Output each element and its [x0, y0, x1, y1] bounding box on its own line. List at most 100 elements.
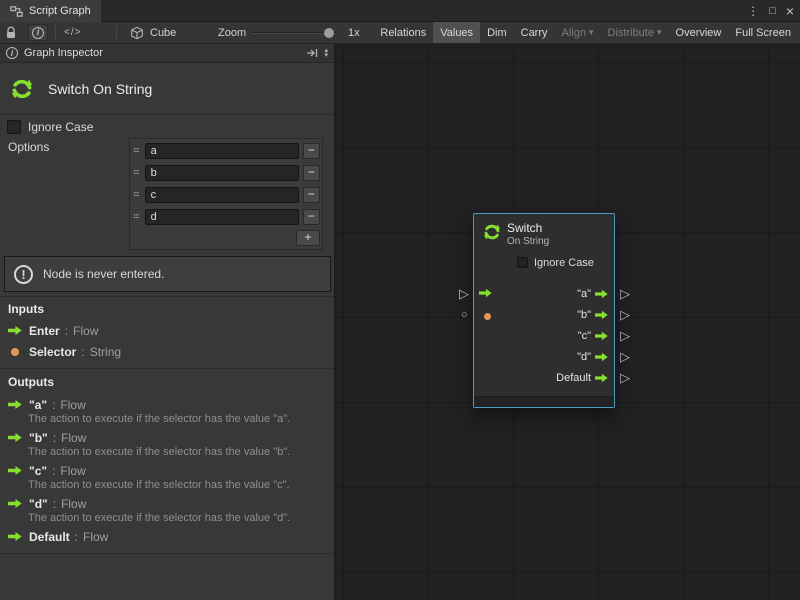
info-icon: i [32, 27, 44, 39]
output-port-c: "c":Flow [8, 463, 86, 478]
flow-arrow-icon [595, 352, 608, 362]
edit-script-button[interactable]: </> [64, 22, 81, 43]
option-input[interactable] [145, 165, 299, 181]
switch-on-string-node[interactable]: Switch On String Ignore Case "a" "b" "c"… [473, 213, 615, 408]
dim-button[interactable]: Dim [480, 22, 514, 43]
options-label: Options [8, 140, 49, 154]
enter-port-icon[interactable] [479, 288, 492, 298]
divider [0, 553, 334, 554]
chevron-down-icon: ▾ [589, 27, 594, 38]
zoom-label: Zoom [218, 22, 246, 43]
flow-arrow-icon [8, 498, 22, 509]
node-output-row[interactable]: "b" [577, 308, 608, 322]
toolbar-separator [55, 25, 56, 40]
divider [0, 368, 334, 369]
tab-title: Script Graph [29, 5, 91, 17]
info-icon: i [6, 47, 18, 59]
output-port-b: "b":Flow [8, 430, 86, 445]
lock-button[interactable] [5, 22, 17, 43]
graph-toolbar: i </> Cube Zoom 1x Relations Values Dim … [0, 22, 800, 44]
option-input[interactable] [145, 143, 299, 159]
output-port-a: "a":Flow [8, 397, 86, 412]
zoom-value: 1x [348, 22, 360, 43]
carry-button[interactable]: Carry [514, 22, 555, 43]
drag-handle-icon[interactable]: = [132, 211, 141, 223]
remove-option-button[interactable]: − [303, 143, 320, 159]
flow-arrow-icon [595, 331, 608, 341]
remove-option-button[interactable]: − [303, 209, 320, 225]
output-b-connector[interactable]: ▷ [620, 308, 630, 321]
overview-button[interactable]: Overview [669, 22, 729, 43]
distribute-dropdown[interactable]: Distribute▾ [601, 22, 669, 43]
toolbar-separator [116, 25, 117, 40]
scroll-spinner[interactable]: ▴ ▾ [324, 48, 328, 58]
zoom-slider[interactable] [252, 32, 338, 34]
input-port-enter: Enter:Flow [8, 323, 98, 338]
node-ignore-case-label: Ignore Case [534, 257, 594, 269]
relations-button[interactable]: Relations [373, 22, 433, 43]
fullscreen-button[interactable]: Full Screen [728, 22, 798, 43]
output-a-connector[interactable]: ▷ [620, 287, 630, 300]
output-port-description: The action to execute if the selector ha… [28, 446, 290, 458]
align-dropdown[interactable]: Align▾ [555, 22, 601, 43]
tab-script-graph[interactable]: Script Graph [0, 0, 101, 22]
output-default-connector[interactable]: ▷ [620, 371, 630, 384]
option-input[interactable] [145, 187, 299, 203]
node-ignore-case-checkbox[interactable] [517, 257, 528, 268]
node-output-row[interactable]: "a" [577, 287, 608, 301]
script-graph-icon [10, 5, 23, 18]
graph-inspector-header: i Graph Inspector ▴ ▾ [0, 44, 334, 63]
outputs-header: Outputs [8, 375, 54, 389]
graph-canvas[interactable]: ▷ ○ ▷ ▷ ▷ ▷ ▷ Switch On String Ignore Ca… [335, 44, 800, 600]
selector-port-icon[interactable] [484, 313, 491, 320]
ignore-case-row: Ignore Case [7, 120, 93, 134]
close-icon[interactable]: × [786, 4, 794, 18]
node-output-row[interactable]: "d" [577, 350, 608, 364]
graph-target-button[interactable]: Cube [130, 22, 176, 43]
code-icon: </> [64, 27, 81, 38]
ignore-case-label: Ignore Case [28, 120, 93, 134]
ignore-case-checkbox[interactable] [7, 120, 21, 134]
drag-handle-icon[interactable]: = [132, 167, 141, 179]
output-port-description: The action to execute if the selector ha… [28, 413, 290, 425]
drag-handle-icon[interactable]: = [132, 145, 141, 157]
flow-arrow-icon [8, 432, 22, 443]
selector-port-connector[interactable]: ○ [461, 310, 468, 321]
plus-icon: + [304, 230, 311, 244]
graph-target-label: Cube [150, 27, 176, 39]
option-input[interactable] [145, 209, 299, 225]
output-d-connector[interactable]: ▷ [620, 350, 630, 363]
cube-icon [130, 26, 144, 40]
node-subtitle: On String [507, 236, 549, 247]
title-bar: Script Graph ⋮ □ × [0, 0, 800, 22]
warning-box: ! Node is never entered. [4, 256, 331, 292]
node-output-row[interactable]: "c" [578, 329, 608, 343]
minus-icon: − [308, 209, 315, 223]
flow-arrow-icon [8, 531, 22, 542]
remove-option-button[interactable]: − [303, 187, 320, 203]
flow-arrow-icon [595, 373, 608, 383]
zoom-slider-knob[interactable] [324, 28, 334, 38]
dock-icon[interactable] [306, 47, 318, 59]
add-option-button[interactable]: + [296, 230, 320, 246]
enter-port-connector[interactable]: ▷ [459, 287, 469, 300]
output-port-default: Default:Flow [8, 529, 108, 544]
toolbar-buttons: Relations Values Dim Carry Align▾ Distri… [373, 22, 798, 43]
window-menu-icon[interactable]: ⋮ [747, 5, 759, 17]
minus-icon: − [308, 187, 315, 201]
inspector-toggle-button[interactable]: i [28, 24, 48, 41]
maximize-icon[interactable]: □ [769, 6, 776, 17]
graph-inspector-title: Graph Inspector [24, 47, 103, 59]
values-button[interactable]: Values [433, 22, 480, 43]
remove-option-button[interactable]: − [303, 165, 320, 181]
option-row: = − [132, 140, 320, 162]
node-output-row[interactable]: Default [556, 371, 608, 385]
output-c-connector[interactable]: ▷ [620, 329, 630, 342]
flow-arrow-icon [595, 310, 608, 320]
flow-arrow-icon [8, 465, 22, 476]
drag-handle-icon[interactable]: = [132, 189, 141, 201]
graph-inspector-panel: i Graph Inspector ▴ ▾ Sw [0, 44, 335, 600]
divider [0, 296, 334, 297]
lock-icon [5, 26, 17, 40]
minus-icon: − [308, 165, 315, 179]
